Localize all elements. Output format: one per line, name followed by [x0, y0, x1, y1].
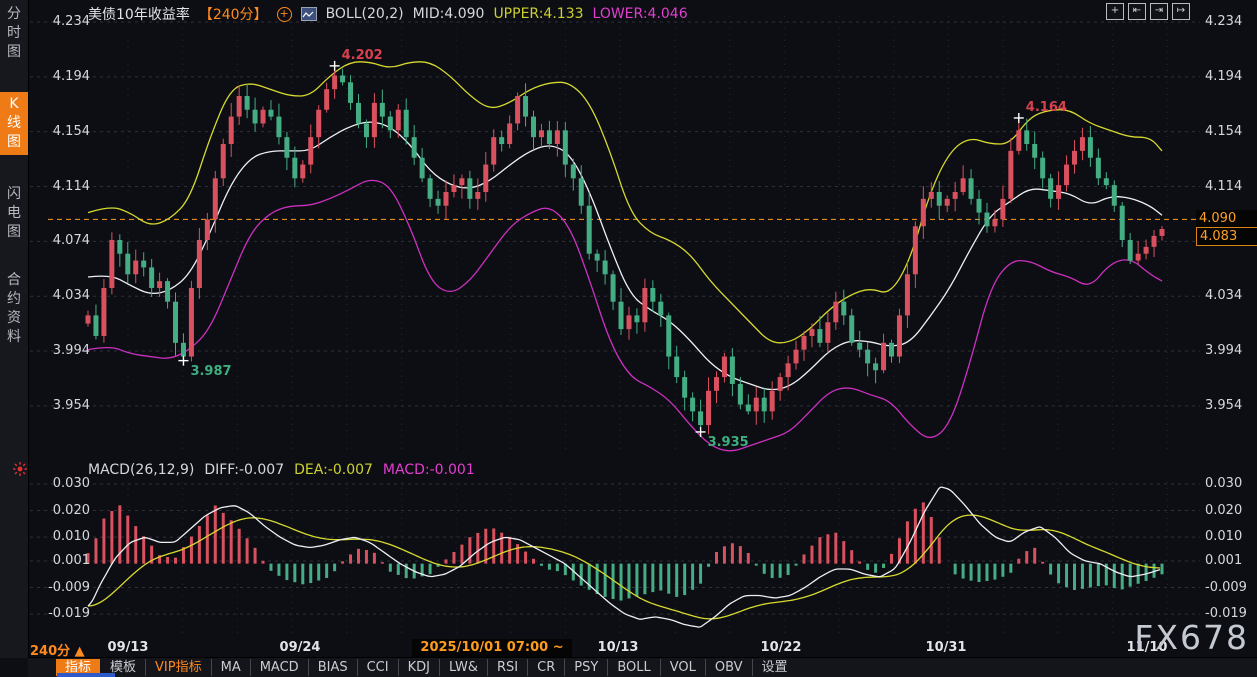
symbol-title: 美债10年收益率	[88, 4, 190, 24]
macd-header: MACD(26,12,9) DIFF:-0.007 DEA:-0.007 MAC…	[88, 462, 475, 478]
sidebar-tab-3[interactable]: 闪电图	[0, 186, 28, 241]
ref-price-badge: 4.090	[1196, 210, 1257, 227]
x-axis: 240分 ▲ 09/1309/2410/1310/2210/3111/10 20…	[0, 639, 1257, 656]
axis-tick-label: 4.234	[28, 14, 90, 29]
toolbar-item-BIAS[interactable]: BIAS	[309, 659, 358, 676]
crosshair-icon[interactable]: +	[1106, 3, 1124, 20]
boll-upper-value: UPPER:4.133	[493, 6, 583, 22]
period-label[interactable]: 【240分】	[199, 4, 268, 24]
add-indicator-icon[interactable]: +	[277, 7, 292, 22]
axis-tick-label: 4.234	[1205, 14, 1242, 29]
chart-canvas[interactable]	[0, 0, 1257, 677]
axis-tick-label: 3.954	[1205, 398, 1242, 413]
boll-lower-value: LOWER:4.046	[593, 6, 688, 22]
axis-tick-label: 0.010	[1205, 529, 1242, 544]
axis-tick-label: 4.154	[28, 124, 90, 139]
zoom-right-icon[interactable]: ⇥	[1150, 3, 1168, 20]
chart-header: 美债10年收益率 【240分】 + BOLL(20,2) MID:4.090 U…	[88, 4, 688, 24]
axis-tick-label: 4.074	[28, 233, 90, 248]
zoom-left-icon[interactable]: ⇤	[1128, 3, 1146, 20]
axis-tick-label: -0.019	[28, 606, 90, 621]
pan-right-icon[interactable]: ↦	[1172, 3, 1190, 20]
axis-tick-label: 3.994	[28, 343, 90, 358]
sidebar-tab-1[interactable]: 分时图	[0, 6, 28, 61]
x-axis-tick: 10/22	[761, 640, 802, 655]
axis-tick-label: 0.030	[1205, 476, 1242, 491]
toolbar-item-MACD[interactable]: MACD	[251, 659, 309, 676]
axis-tick-label: -0.009	[1205, 580, 1247, 595]
x-axis-tick: 10/13	[598, 640, 639, 655]
high-price-annotation: 4.164	[1026, 100, 1067, 115]
toolbar-item-CR[interactable]: CR	[528, 659, 565, 676]
axis-tick-label: 0.010	[28, 529, 90, 544]
x-axis-tick: 09/24	[280, 640, 321, 655]
axis-tick-label: 4.114	[1205, 179, 1242, 194]
toolbar-item-RSI[interactable]: RSI	[488, 659, 528, 676]
axis-tick-label: 0.020	[1205, 503, 1242, 518]
low-price-annotation: 3.935	[708, 435, 749, 450]
chart-tool-buttons: +⇤⇥↦	[1106, 3, 1190, 20]
current-price-badge: 4.083	[1196, 227, 1257, 246]
axis-tick-label: 4.194	[1205, 69, 1242, 84]
sidebar-tab-4[interactable]: 合约资料	[0, 272, 28, 346]
x-axis-tick: 09/13	[108, 640, 149, 655]
toolbar-item-CCI[interactable]: CCI	[358, 659, 399, 676]
axis-tick-label: -0.009	[28, 580, 90, 595]
scrollbar-thumb[interactable]	[57, 673, 115, 677]
toolbar-item-LW&[interactable]: LW&	[440, 659, 488, 676]
x-axis-tick: 10/31	[926, 640, 967, 655]
boll-mid-value: MID:4.090	[413, 6, 485, 22]
toolbar-item-VOL[interactable]: VOL	[661, 659, 706, 676]
axis-tick-label: 0.030	[28, 476, 90, 491]
sidebar: 分时图 K线图闪电图合约资料	[0, 0, 29, 658]
toolbar-item-VIP指标[interactable]: VIP指标	[146, 659, 212, 676]
macd-name: MACD(26,12,9)	[88, 462, 194, 478]
axis-tick-label: 4.154	[1205, 124, 1242, 139]
chart-type-icon[interactable]	[301, 7, 317, 21]
macd-diff-value: DIFF:-0.007	[204, 462, 284, 478]
macd-dea-value: DEA:-0.007	[294, 462, 373, 478]
macd-macd-value: MACD:-0.001	[383, 462, 475, 478]
toolbar-item-BOLL[interactable]: BOLL	[608, 659, 660, 676]
sidebar-tab-2[interactable]: K线图	[0, 92, 28, 155]
toolbar-item-设置[interactable]: 设置	[753, 659, 797, 676]
axis-tick-label: 0.001	[1205, 553, 1242, 568]
axis-tick-label: 3.954	[28, 398, 90, 413]
axis-tick-label: 0.020	[28, 503, 90, 518]
indicator-toolbar: 指标模板VIP指标MAMACDBIASCCIKDJLW&RSICRPSYBOLL…	[28, 657, 1257, 677]
axis-tick-label: 3.994	[1205, 343, 1242, 358]
axis-tick-label: 4.114	[28, 179, 90, 194]
high-price-annotation: 4.202	[342, 48, 383, 63]
toolbar-item-MA[interactable]: MA	[212, 659, 251, 676]
toolbar-item-PSY[interactable]: PSY	[565, 659, 608, 676]
axis-tick-label: 4.034	[28, 288, 90, 303]
toolbar-item-OBV[interactable]: OBV	[706, 659, 753, 676]
boll-label: BOLL(20,2)	[326, 6, 404, 22]
watermark-logo: FX678	[1134, 618, 1249, 657]
chart-app: 分时图 K线图闪电图合约资料 美债10年收益率 【240分】 + BOLL(20,…	[0, 0, 1257, 677]
low-price-annotation: 3.987	[190, 364, 231, 379]
toolbar-item-KDJ[interactable]: KDJ	[399, 659, 440, 676]
axis-tick-label: 0.001	[28, 553, 90, 568]
axis-tick-label: 4.034	[1205, 288, 1242, 303]
live-icon	[13, 461, 27, 480]
axis-tick-label: 4.194	[28, 69, 90, 84]
